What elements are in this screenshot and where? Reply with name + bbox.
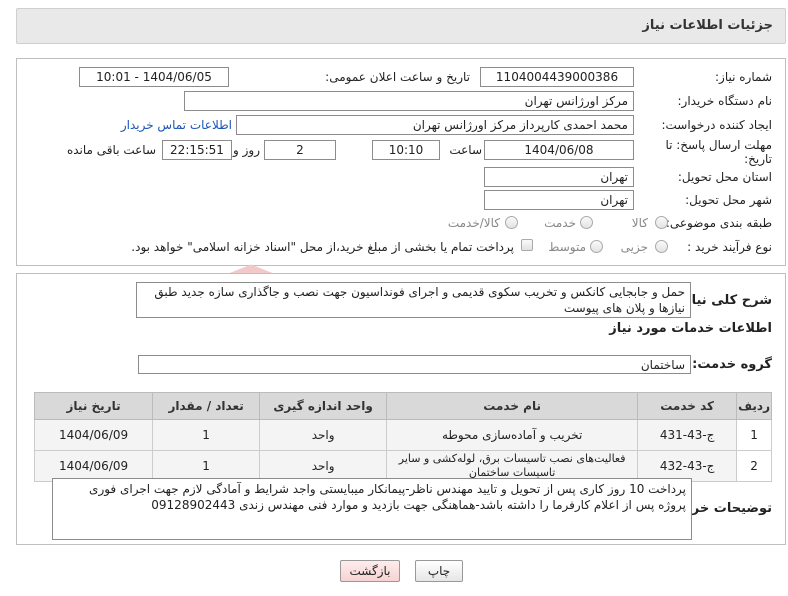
table-row: 1 ج-43-431 تخریب و آماده‌سازی محوطه واحد… — [33, 419, 772, 451]
process-radio-partial[interactable] — [655, 240, 668, 253]
cell-service-code: ج-43-432 — [637, 450, 738, 482]
treasury-checkbox[interactable] — [521, 239, 533, 251]
services-table: ردیف کد خدمت نام خدمت واحد اندازه گیری ت… — [33, 392, 772, 482]
page-title-bar: جزئیات اطلاعات نیاز — [16, 8, 786, 44]
cell-row-number: 2 — [736, 450, 772, 482]
deadline-time-field: 10:10 — [372, 140, 440, 160]
service-group-label: گروه خدمت: — [692, 357, 772, 372]
cell-quantity: 1 — [152, 450, 261, 482]
remaining-time-label: ساعت باقی مانده — [66, 143, 156, 157]
process-option-partial: جزیی — [620, 240, 648, 254]
col-service-code: کد خدمت — [637, 392, 738, 420]
print-button[interactable]: چاپ — [415, 560, 463, 582]
creator-label: ایجاد کننده درخواست: — [661, 118, 772, 132]
need-number-field: 1104004439000386 — [480, 67, 634, 87]
cell-row-number: 1 — [736, 419, 772, 451]
deadline-time-label: ساعت — [449, 143, 482, 157]
category-option-goods: کالا — [631, 216, 648, 230]
cell-service-name: تخریب و آماده‌سازی محوطه — [386, 419, 639, 451]
category-label: طبقه بندی موضوعی: — [665, 216, 772, 230]
process-type-label: نوع فرآیند خرید : — [687, 240, 772, 254]
need-number-label: شماره نیاز: — [715, 70, 772, 84]
category-option-goods-service: کالا/خدمت — [447, 216, 500, 230]
page-title: جزئیات اطلاعات نیاز — [642, 18, 773, 33]
need-info-panel — [16, 58, 786, 266]
deadline-date-field: 1404/06/08 — [484, 140, 634, 160]
process-radio-medium[interactable] — [590, 240, 603, 253]
cell-service-code: ج-43-431 — [637, 419, 738, 451]
category-option-service: خدمت — [544, 216, 576, 230]
table-row: 2 ج-43-432 فعالیت‌های نصب تاسیسات برق، ل… — [33, 450, 772, 482]
remaining-time-field: 22:15:51 — [162, 140, 232, 160]
province-field: تهران — [484, 167, 634, 187]
summary-textarea[interactable]: حمل و جابجایی کانکس و تخریب سکوی قدیمی و… — [136, 282, 691, 318]
deadline-label: مهلت ارسال پاسخ: تا — [665, 138, 772, 152]
col-row-number: ردیف — [736, 392, 772, 420]
announce-datetime-field: 1404/06/05 - 10:01 — [79, 67, 229, 87]
remaining-days-label: روز و — [233, 143, 260, 157]
buyer-contact-link[interactable]: اطلاعات تماس خریدار — [121, 118, 232, 132]
back-button[interactable]: بازگشت — [340, 560, 400, 582]
service-group-field: ساختمان — [138, 355, 691, 374]
category-radio-service[interactable] — [580, 216, 593, 229]
province-label: استان محل تحویل: — [677, 170, 772, 184]
cell-need-date: 1404/06/09 — [33, 419, 154, 451]
col-service-name: نام خدمت — [386, 392, 639, 420]
buyer-org-field: مرکز اورژانس تهران — [184, 91, 634, 111]
cell-unit: واحد — [259, 419, 388, 451]
announce-datetime-label: تاریخ و ساعت اعلان عمومی: — [325, 70, 470, 84]
cell-service-name: فعالیت‌های نصب تاسیسات برق، لوله‌کشی و س… — [386, 450, 639, 482]
cell-need-date: 1404/06/09 — [33, 450, 154, 482]
city-label: شهر محل تحویل: — [685, 193, 772, 207]
remaining-days-field: 2 — [264, 140, 336, 160]
treasury-payment-note: پرداخت تمام یا بخشی از مبلغ خرید،از محل … — [131, 240, 514, 254]
city-field: تهران — [484, 190, 634, 210]
summary-label: شرح کلی نیاز: — [678, 293, 772, 308]
buyer-org-label: نام دستگاه خریدار: — [677, 94, 773, 108]
cell-quantity: 1 — [152, 419, 261, 451]
col-unit: واحد اندازه گیری — [259, 392, 388, 420]
cell-unit: واحد — [259, 450, 388, 482]
buyer-notes-textarea[interactable]: پرداخت 10 روز کاری پس از تحویل و تایید م… — [52, 478, 692, 540]
col-need-date: تاریخ نیاز — [33, 392, 154, 420]
creator-field: محمد احمدی کارپرداز مرکز اورژانس تهران — [236, 115, 634, 135]
deadline-label-date: تاریخ: — [744, 152, 772, 166]
table-header-row: ردیف کد خدمت نام خدمت واحد اندازه گیری ت… — [33, 392, 772, 420]
category-radio-goods[interactable] — [655, 216, 668, 229]
col-quantity: تعداد / مقدار — [152, 392, 261, 420]
services-heading: اطلاعات خدمات مورد نیاز — [609, 321, 772, 336]
process-option-medium: متوسط — [548, 240, 586, 254]
category-radio-goods-service[interactable] — [505, 216, 518, 229]
